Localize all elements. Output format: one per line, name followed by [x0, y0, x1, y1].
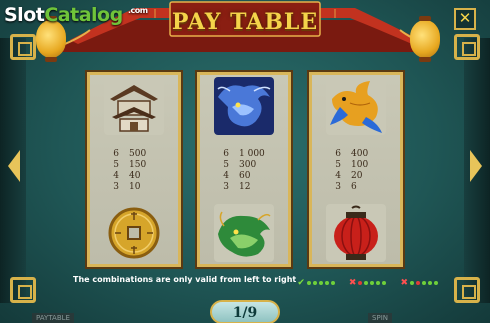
dot	[376, 281, 381, 285]
red-lantern-icon	[326, 204, 386, 262]
payout-value: 60	[239, 171, 251, 181]
dot	[306, 281, 311, 285]
logo-com: .com	[128, 6, 148, 15]
blue-dragon-icon	[214, 77, 274, 135]
match-count: 4	[335, 171, 341, 181]
pay-row: 4 20	[312, 171, 400, 182]
payout-value: 100	[351, 160, 369, 170]
next-page-arrow-icon[interactable]	[470, 150, 482, 182]
match-count: 5	[223, 160, 229, 170]
pay-row: 5 300	[200, 160, 288, 171]
page-indicator: 1/9	[210, 300, 280, 323]
paytable-column-2: 6 1 000 5 300 4 60 3 12	[197, 72, 291, 267]
prev-page-arrow-icon[interactable]	[8, 150, 20, 182]
hanging-lantern-icon	[410, 16, 440, 62]
match-count: 3	[113, 182, 119, 192]
pay-row: 4 60	[200, 171, 288, 182]
dot	[318, 281, 323, 285]
paytable-column-3: 6 400 5 100 4 20 36	[309, 72, 403, 267]
paytable-note: The combinations are only valid from lef…	[73, 275, 297, 284]
match-count: 4	[223, 171, 229, 181]
dot	[370, 281, 375, 285]
pay-row: 3 12	[200, 182, 288, 193]
cross-icon: ✖	[400, 278, 408, 288]
cross-icon: ✖	[348, 278, 357, 288]
match-count: 6	[113, 149, 119, 159]
knot-ornament-icon	[454, 34, 480, 60]
dot	[416, 281, 420, 285]
knot-ornament-icon	[10, 34, 36, 60]
payout-value: 400	[351, 149, 369, 159]
spin-button[interactable]: SPIN	[368, 313, 392, 323]
dot	[410, 281, 414, 285]
check-icon: ✔	[297, 278, 305, 288]
pay-row: 3 10	[90, 182, 178, 193]
dot	[428, 281, 432, 285]
pay-table-screen: PAY TABLE SlotCatalog .com ✕ 6 500 5 150 4…	[0, 0, 490, 323]
dot	[312, 281, 317, 285]
payout-value: 1 000	[239, 149, 265, 159]
paytable-values-2: 6 1 000 5 300 4 60 3 12	[200, 149, 288, 193]
paytable-column-1: 6 500 5 150 4 40 3 10	[87, 72, 181, 267]
close-button[interactable]: ✕	[454, 8, 476, 30]
match-count: 3	[335, 182, 341, 192]
paytable-button[interactable]: PAYTABLE	[32, 313, 74, 323]
slotcatalog-logo: SlotCatalog .com	[4, 4, 148, 26]
coin-icon	[108, 207, 160, 259]
logo-catalog: Catalog	[44, 4, 123, 26]
match-count: 5	[335, 160, 341, 170]
payout-value: 150	[129, 160, 147, 170]
logo-slot: Slot	[4, 4, 45, 26]
payout-value: 40	[129, 171, 141, 181]
line-indicator: ✖	[400, 278, 438, 288]
dot	[358, 281, 363, 285]
knot-ornament-icon	[454, 277, 480, 303]
match-count: 3	[223, 182, 229, 192]
dot	[422, 281, 426, 285]
match-count: 4	[113, 171, 119, 181]
win-line-indicators: ✔ ✖ ✖	[297, 278, 438, 288]
payout-value: 500	[129, 149, 147, 159]
knot-ornament-icon	[10, 277, 36, 303]
page-number: 1/9	[232, 305, 258, 321]
dot	[382, 281, 387, 285]
dot	[434, 281, 438, 285]
payout-value: 6	[351, 182, 357, 192]
paytable-values-1: 6 500 5 150 4 40 3 10	[90, 149, 178, 193]
pay-row: 6 400	[312, 149, 400, 160]
match-count: 6	[335, 149, 341, 159]
pay-row: 6 1 000	[200, 149, 288, 160]
payout-value: 300	[239, 160, 257, 170]
match-count: 5	[113, 160, 119, 170]
payout-value: 20	[351, 171, 363, 181]
match-count: 6	[223, 149, 229, 159]
green-dragon-icon	[214, 204, 274, 262]
pay-row: 36	[312, 182, 400, 193]
dot	[330, 281, 335, 285]
pay-row: 4 40	[90, 171, 178, 182]
payout-value: 10	[129, 182, 141, 192]
payout-value: 12	[239, 182, 251, 192]
pay-row: 5 100	[312, 160, 400, 171]
pagoda-icon	[104, 77, 164, 135]
paytable-values-3: 6 400 5 100 4 20 36	[312, 149, 400, 193]
dot	[364, 281, 369, 285]
koi-fish-icon	[326, 77, 386, 135]
line-indicator: ✖	[349, 278, 387, 288]
dot	[324, 281, 329, 285]
pay-row: 5 150	[90, 160, 178, 171]
pay-row: 6 500	[90, 149, 178, 160]
line-indicator: ✔	[297, 278, 335, 288]
